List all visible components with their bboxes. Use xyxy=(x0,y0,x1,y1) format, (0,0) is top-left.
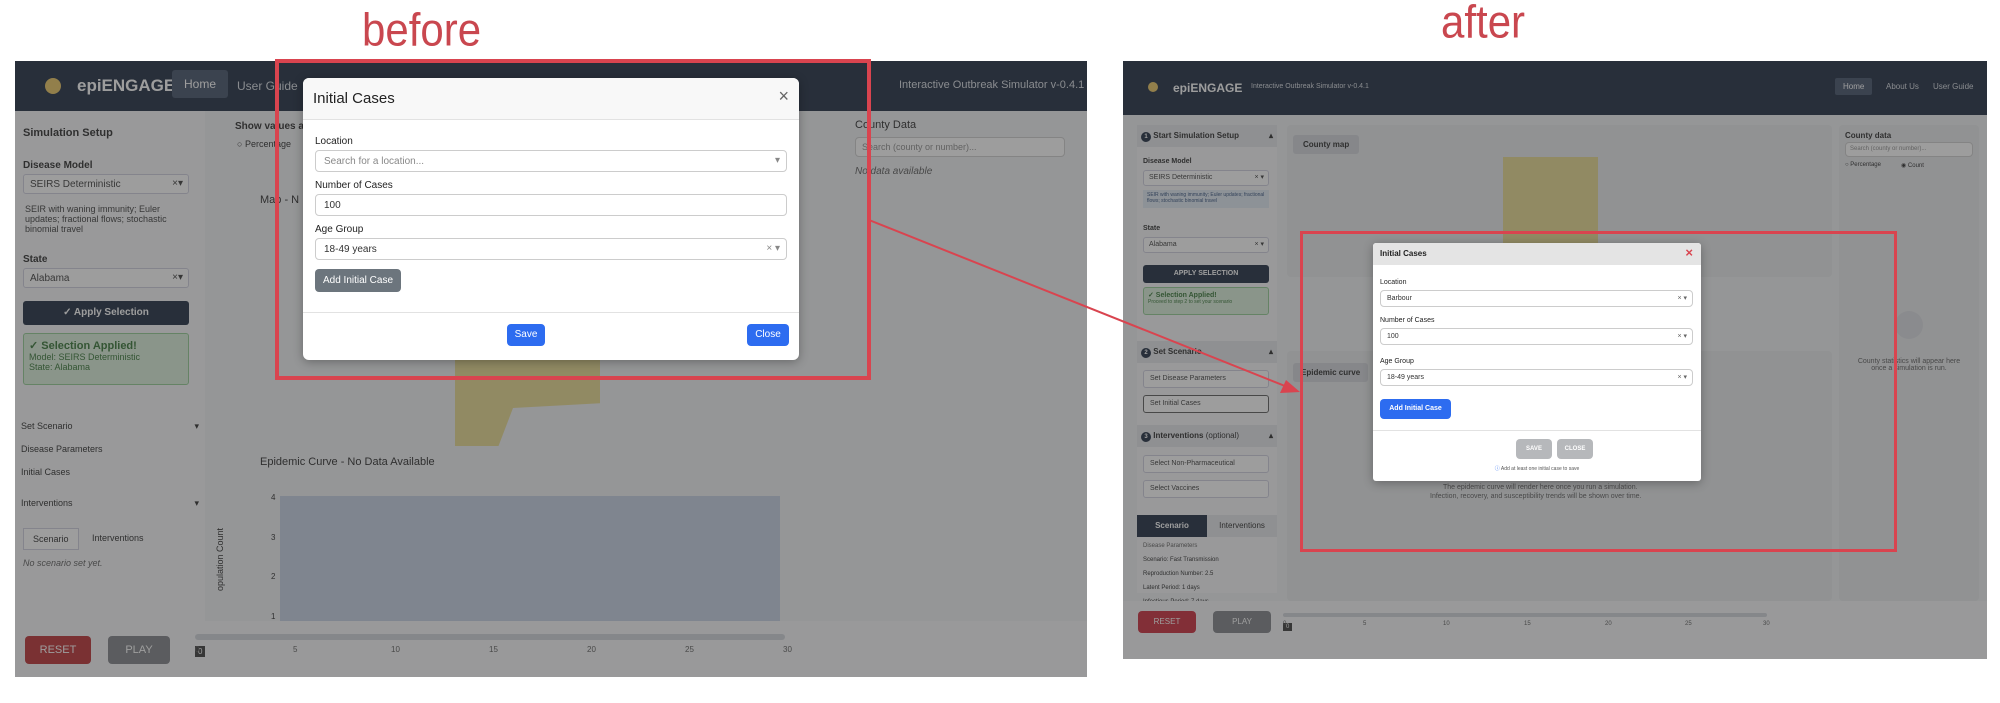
after-caption: after xyxy=(1441,0,1526,48)
after-highlight-box xyxy=(1300,231,1897,552)
before-highlight-box xyxy=(275,59,871,380)
before-caption: before xyxy=(362,3,482,56)
